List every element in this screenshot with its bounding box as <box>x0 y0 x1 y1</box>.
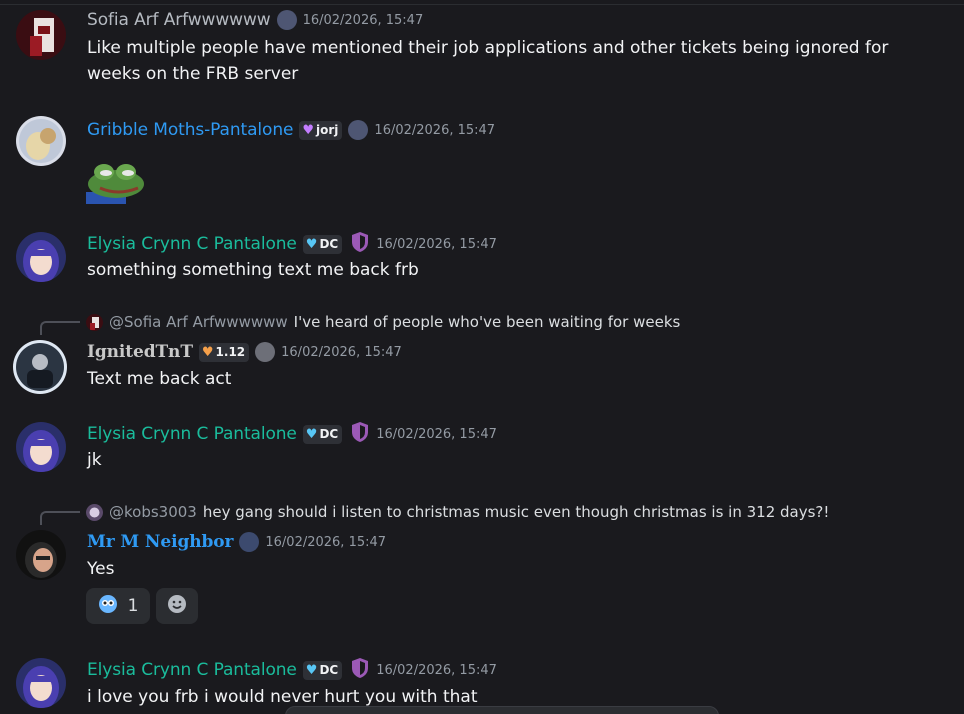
username[interactable]: Elysia Crynn C Pantalone <box>87 424 297 444</box>
reply-avatar <box>86 503 103 521</box>
reaction-count: 1 <box>127 596 139 616</box>
avatar[interactable] <box>16 232 66 282</box>
username[interactable]: Mr M Neighbor <box>87 532 233 552</box>
heart-icon: ♥ <box>305 426 318 442</box>
reaction-row: 1 <box>86 588 204 624</box>
message-text: jk <box>87 450 102 470</box>
server-tag-label: DC <box>319 663 339 677</box>
reply-username[interactable]: @kobs3003 <box>109 503 197 521</box>
reaction-button[interactable]: 1 <box>86 588 150 624</box>
timestamp: 16/02/2026, 15:47 <box>302 12 424 28</box>
username[interactable]: IgnitedTnT <box>87 342 193 362</box>
reply-text[interactable]: I've heard of people who've been waiting… <box>294 313 681 331</box>
message-text: something something text me back frb <box>87 260 419 280</box>
heart-icon: ♥ <box>201 344 214 360</box>
server-tag-label: DC <box>319 427 339 441</box>
reply-preview[interactable]: @kobs3003 hey gang should i listen to ch… <box>86 502 829 522</box>
server-tag-icon[interactable] <box>276 10 297 30</box>
server-tag-label: DC <box>319 237 339 251</box>
chat-message-list: Sofia Arf Arfwwwwww 16/02/2026, 15:47 Li… <box>0 0 964 714</box>
shield-icon[interactable] <box>350 657 370 683</box>
pleading-face-emoji <box>98 594 118 618</box>
server-tag-label: 1.12 <box>215 345 246 359</box>
avatar[interactable] <box>16 530 66 580</box>
server-tag-icon[interactable] <box>348 120 369 140</box>
avatar[interactable] <box>13 340 67 394</box>
shield-icon[interactable] <box>350 421 370 447</box>
avatar[interactable] <box>16 658 66 708</box>
username[interactable]: Sofia Arf Arfwwwwww <box>87 10 271 30</box>
divider <box>0 4 964 5</box>
message-text: Like multiple people have mentioned thei… <box>87 38 889 84</box>
heart-icon: ♥ <box>305 662 318 678</box>
heart-icon: ♥ <box>305 236 318 252</box>
reply-text[interactable]: hey gang should i listen to christmas mu… <box>203 503 830 521</box>
timestamp: 16/02/2026, 15:47 <box>376 662 497 678</box>
pepe-frog-emoji <box>86 158 148 208</box>
avatar[interactable] <box>16 422 66 472</box>
avatar[interactable] <box>16 10 66 60</box>
reply-username[interactable]: @Sofia Arf Arfwwwwww <box>109 313 288 331</box>
reply-spine <box>40 321 80 335</box>
heart-icon: ♥ <box>302 122 315 138</box>
message-text: Yes <box>87 559 115 579</box>
message-text: Text me back act <box>87 369 232 389</box>
timestamp: 16/02/2026, 15:47 <box>376 236 497 252</box>
shield-icon[interactable] <box>350 231 370 257</box>
reply-preview[interactable]: @Sofia Arf Arfwwwwww I've heard of peopl… <box>86 312 680 332</box>
timestamp: 16/02/2026, 15:47 <box>281 344 402 360</box>
server-tag[interactable]: ♥ DC <box>302 234 343 254</box>
smiley-icon <box>167 594 187 618</box>
avatar[interactable] <box>16 116 66 166</box>
server-tag-icon[interactable] <box>239 532 260 552</box>
reply-avatar <box>86 313 103 331</box>
server-tag-label: jorj <box>316 123 339 137</box>
timestamp: 16/02/2026, 15:47 <box>376 426 497 442</box>
server-tag[interactable]: ♥ jorj <box>299 120 343 140</box>
timestamp: 16/02/2026, 15:47 <box>265 534 387 550</box>
new-messages-bar[interactable] <box>285 706 719 714</box>
username[interactable]: Elysia Crynn C Pantalone <box>87 660 297 680</box>
add-reaction-button[interactable] <box>156 588 198 624</box>
username[interactable]: Elysia Crynn C Pantalone <box>87 234 297 254</box>
server-tag[interactable]: ♥ 1.12 <box>198 342 250 362</box>
server-tag-icon[interactable] <box>255 342 276 362</box>
reply-spine <box>40 511 80 525</box>
timestamp: 16/02/2026, 15:47 <box>374 122 496 138</box>
username[interactable]: Gribble Moths-Pantalone <box>87 120 293 140</box>
server-tag[interactable]: ♥ DC <box>302 424 343 444</box>
server-tag[interactable]: ♥ DC <box>302 660 343 680</box>
